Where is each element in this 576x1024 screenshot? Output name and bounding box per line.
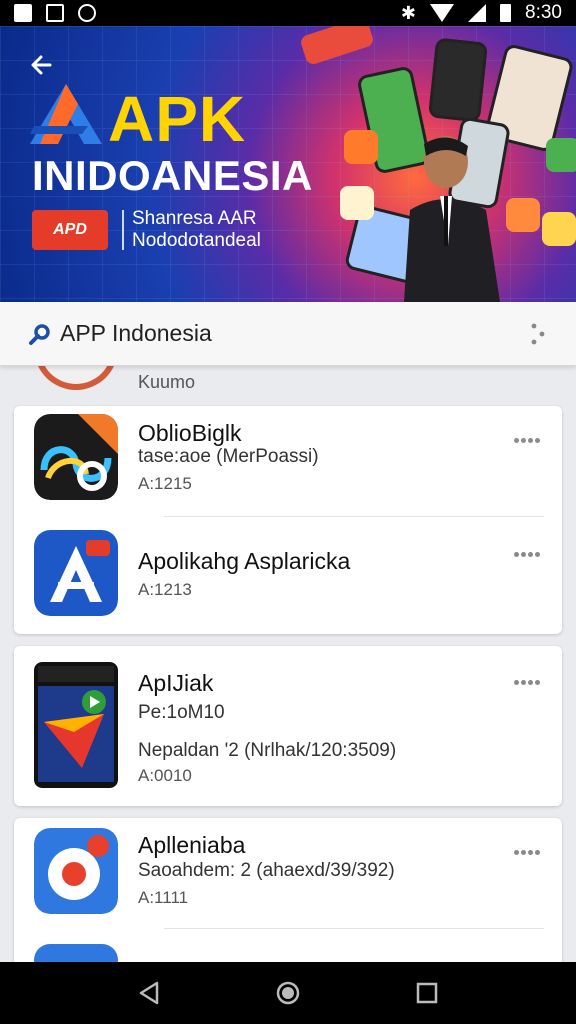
phone-illustration: [427, 37, 489, 123]
search-icon[interactable]: [28, 322, 52, 346]
app-version: Kuumo: [138, 372, 196, 392]
status-bar: ✱ 8:30: [0, 0, 576, 26]
list-item[interactable]: Kuumo: [34, 336, 554, 396]
app-version: A:1215: [138, 474, 192, 493]
camera-app-icon: [34, 828, 118, 914]
home-nav-icon[interactable]: [274, 979, 302, 1007]
app-details: Saoahdem: 2 (ahaexd/39/392): [138, 860, 395, 881]
search-bar[interactable]: APP Indonesia: [0, 302, 576, 366]
brand-badge: APD: [32, 210, 108, 250]
app-publisher: Pe:1oM10: [138, 702, 225, 723]
gallery-notification-icon: [14, 4, 32, 22]
app-card: OblioBiglk tase:aoe (MerPoassi) A:1215 A…: [14, 406, 562, 634]
hero-banner: APK INIDOANESIA APD Shanresa AAR Nododot…: [0, 26, 576, 302]
brand-subtitle: INIDOANESIA: [32, 152, 313, 199]
signal-icon: [468, 4, 487, 22]
app-card: Aplleniaba Saoahdem: 2 (ahaexd/39/392) A…: [14, 818, 562, 968]
list-item[interactable]: OblioBiglk tase:aoe (MerPoassi) A:1215: [14, 406, 562, 518]
battery-icon: [500, 4, 512, 22]
tagline-line-2: Nododotandeal: [132, 230, 261, 251]
app-bubble-icon: [506, 198, 540, 232]
app-name: OblioBiglk: [138, 420, 242, 446]
app-notification-icon: [78, 4, 96, 22]
app-name: Aplleniaba: [138, 832, 246, 858]
app-version: A:1213: [138, 580, 192, 599]
search-title: APP Indonesia: [60, 320, 212, 346]
letter-a-app-icon: [34, 530, 118, 616]
brand-title: APK: [108, 83, 247, 155]
recents-nav-icon[interactable]: [413, 979, 441, 1007]
play-app-icon: [34, 662, 118, 788]
app-bubble-icon: [546, 138, 576, 172]
app-name: ApIJiak: [138, 670, 214, 696]
app-card: ApIJiak Pe:1oM10 Nepaldan '2 (Nrlhak/120…: [14, 646, 562, 806]
wifi-icon: [430, 4, 455, 22]
list-item[interactable]: ApIJiak Pe:1oM10 Nepaldan '2 (Nrlhak/120…: [14, 646, 562, 806]
more-options-icon[interactable]: [514, 672, 542, 685]
list-item[interactable]: Aplleniaba Saoahdem: 2 (ahaexd/39/392) A…: [14, 818, 562, 930]
apk-logo-icon: [30, 84, 102, 144]
list-item[interactable]: Apolikahg Asplaricka A:1213: [14, 518, 562, 634]
overflow-menu-icon[interactable]: [528, 322, 548, 346]
app-bubble-icon: [340, 186, 374, 220]
more-options-icon[interactable]: [514, 430, 542, 443]
app-details: Nepaldan '2 (Nrlhak/120:3509): [138, 740, 397, 761]
system-nav-bar: [0, 962, 576, 1024]
app-version: A:0010: [138, 766, 192, 785]
more-options-icon[interactable]: [514, 842, 542, 855]
clock: 8:30: [525, 2, 562, 23]
more-options-icon[interactable]: [514, 544, 542, 557]
back-arrow-icon[interactable]: [28, 50, 58, 80]
vibrate-icon: ✱: [400, 2, 417, 23]
infinity-app-icon: [34, 414, 118, 500]
person-illustration: [404, 136, 500, 302]
banner-divider: [122, 210, 124, 250]
screenshot-notification-icon: [46, 4, 64, 22]
app-name: Apolikahg Asplaricka: [138, 548, 351, 574]
back-nav-icon[interactable]: [135, 979, 163, 1007]
app-publisher: tase:aoe (MerPoassi): [138, 446, 319, 467]
divider: [164, 516, 544, 517]
app-bubble-icon: [344, 130, 378, 164]
tagline-line-1: Shanresa AAR: [132, 208, 257, 229]
app-bubble-icon: [542, 212, 576, 246]
divider: [164, 928, 544, 929]
banner-tagline: Shanresa AAR Nododotandeal: [132, 208, 261, 252]
app-version: A:1111: [138, 888, 189, 907]
